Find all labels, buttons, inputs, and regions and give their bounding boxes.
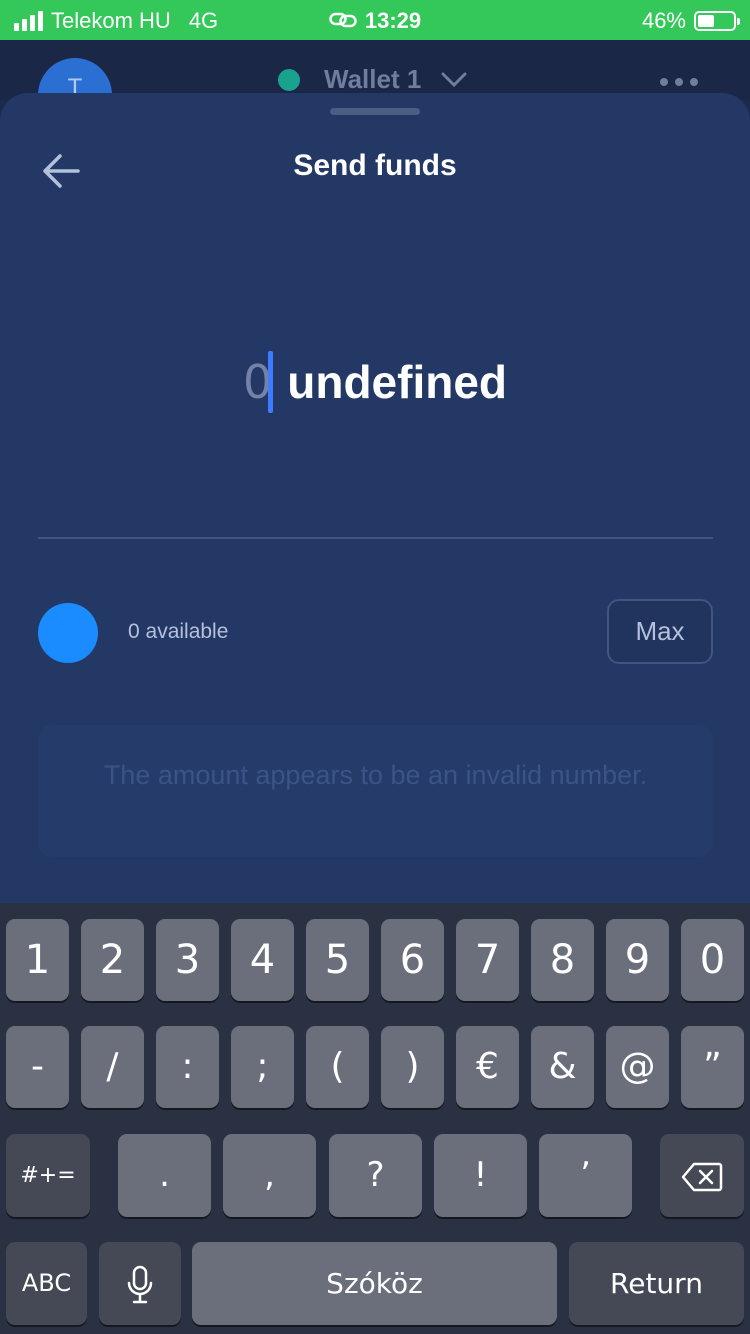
key-apostrophe[interactable]: ’ — [539, 1134, 632, 1217]
wallet-color-dot — [278, 68, 300, 91]
key-7[interactable]: 7 — [456, 919, 519, 1001]
key-1[interactable]: 1 — [6, 919, 69, 1001]
key-colon[interactable]: : — [156, 1026, 219, 1108]
key-semicolon[interactable]: ; — [231, 1026, 294, 1108]
key-0[interactable]: 0 — [681, 919, 744, 1001]
key-hyphen[interactable]: - — [6, 1026, 69, 1108]
microphone-icon — [127, 1265, 153, 1304]
sheet-handle[interactable] — [330, 108, 420, 115]
wallet-selector[interactable]: Wallet 1 — [278, 64, 467, 95]
keyboard: 1 2 3 4 5 6 7 8 9 0 - / : ; ( ) € & @ ” … — [0, 903, 750, 1334]
key-9[interactable]: 9 — [606, 919, 669, 1001]
key-8[interactable]: 8 — [531, 919, 594, 1001]
key-quote[interactable]: ” — [681, 1026, 744, 1108]
error-message: The amount appears to be an invalid numb… — [38, 725, 713, 857]
more-icon[interactable] — [660, 78, 698, 86]
token-icon — [38, 603, 98, 663]
key-more-symbols[interactable]: #+= — [6, 1134, 90, 1217]
key-5[interactable]: 5 — [306, 919, 369, 1001]
key-exclamation[interactable]: ! — [434, 1134, 527, 1217]
key-period[interactable]: . — [118, 1134, 211, 1217]
key-comma[interactable]: , — [223, 1134, 316, 1217]
send-funds-sheet: Send funds 0 undefined 0 available Max T… — [0, 93, 750, 913]
available-balance: 0 available — [128, 620, 229, 643]
page-title: Send funds — [293, 149, 457, 182]
app-header: T Wallet 1 — [0, 40, 750, 132]
key-open-paren[interactable]: ( — [306, 1026, 369, 1108]
key-slash[interactable]: / — [81, 1026, 144, 1108]
key-euro[interactable]: € — [456, 1026, 519, 1108]
key-2[interactable]: 2 — [81, 919, 144, 1001]
backspace-key[interactable] — [660, 1134, 744, 1217]
link-icon — [329, 9, 357, 35]
chevron-down-icon — [441, 72, 467, 87]
key-ampersand[interactable]: & — [531, 1026, 594, 1108]
max-button[interactable]: Max — [607, 599, 713, 664]
key-3[interactable]: 3 — [156, 919, 219, 1001]
text-caret — [268, 351, 274, 413]
battery-icon — [694, 11, 740, 31]
key-question[interactable]: ? — [329, 1134, 422, 1217]
space-key[interactable]: Szóköz — [192, 1242, 557, 1325]
battery-percent: 46% — [641, 8, 686, 33]
return-key[interactable]: Return — [569, 1242, 744, 1325]
key-4[interactable]: 4 — [231, 919, 294, 1001]
status-bar: Telekom HU 4G 13:29 46% — [0, 0, 750, 40]
amount-input[interactable]: 0 undefined — [0, 351, 750, 413]
amount-unit: undefined — [287, 356, 508, 408]
key-abc[interactable]: ABC — [6, 1242, 87, 1325]
backspace-icon — [681, 1162, 723, 1191]
status-time: 13:29 — [364, 8, 422, 33]
key-6[interactable]: 6 — [381, 919, 444, 1001]
key-at[interactable]: @ — [606, 1026, 669, 1108]
key-close-paren[interactable]: ) — [381, 1026, 444, 1108]
divider — [38, 537, 713, 539]
wallet-name: Wallet 1 — [324, 64, 422, 94]
dictation-key[interactable] — [99, 1242, 181, 1325]
